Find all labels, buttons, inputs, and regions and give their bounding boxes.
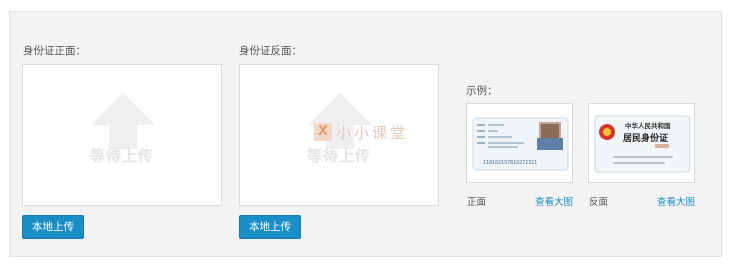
front-upload-button[interactable]: 本地上传 (22, 215, 84, 239)
example-front-view-large-link[interactable]: 查看大图 (535, 194, 573, 208)
watermark-text: 小小课堂 (336, 123, 409, 142)
back-placeholder-text: 等待上传 (306, 147, 371, 165)
upload-arrow-icon (91, 93, 155, 149)
id-card-front-image: 110102197810272321 (471, 108, 570, 180)
example-label: 示例： (466, 85, 498, 97)
example-back-thumbnail[interactable]: 中华人民共和国 居民身份证 (588, 103, 695, 183)
front-label: 身份证正面： (23, 45, 86, 57)
id-card-number: 110102197810272321 (483, 160, 537, 166)
national-emblem-icon (599, 124, 615, 140)
watermark: X 小小课堂 (314, 121, 408, 143)
id-card-back-image: 中华人民共和国 居民身份证 (593, 108, 692, 180)
id-card-back-title-line2: 居民身份证 (623, 132, 668, 144)
example-back-caption: 反面 (589, 197, 609, 208)
front-upload-area[interactable]: 等待上传 (22, 64, 222, 206)
example-front-thumbnail[interactable]: 110102197810272321 (466, 103, 573, 183)
back-upload-button[interactable]: 本地上传 (239, 215, 301, 239)
example-back-view-large-link[interactable]: 查看大图 (657, 194, 695, 208)
id-card-back-title-line1: 中华人民共和国 (625, 121, 671, 130)
watermark-logo: X (314, 123, 332, 141)
front-placeholder-text: 等待上传 (89, 147, 154, 165)
example-front-caption: 正面 (467, 197, 487, 208)
back-label: 身份证反面： (239, 45, 302, 57)
